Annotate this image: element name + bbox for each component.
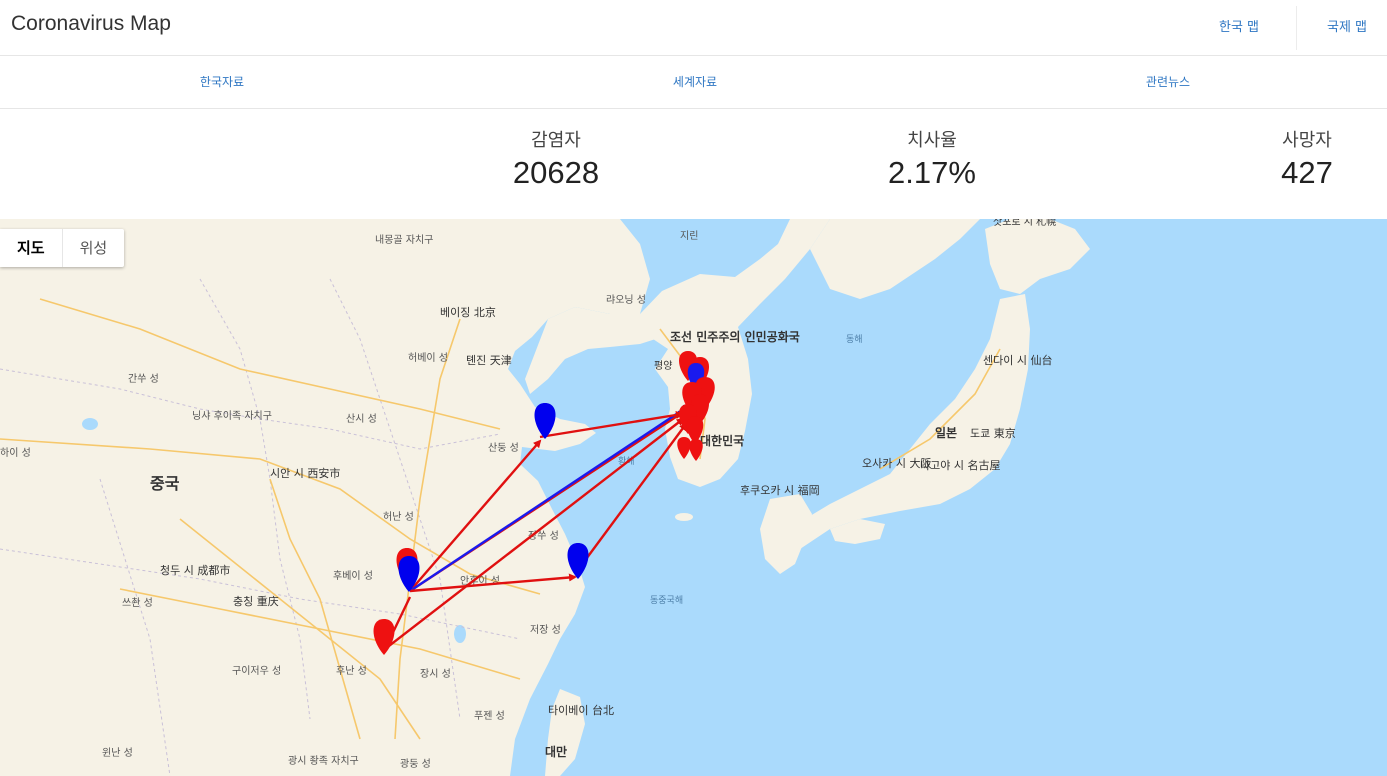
label-fukuoka: 후쿠오카 시 福岡	[740, 483, 820, 497]
lake-qinghai	[82, 418, 98, 430]
map-view[interactable]: 내몽골 자치구 지린 랴오닝 성 베이징 北京 톈진 天津 허베이 성 산시 성…	[0, 219, 1387, 776]
label-xian: 시안 시 西安市	[270, 466, 340, 480]
map-type-control: 지도 위성	[0, 229, 125, 267]
label-sichuan: 쓰촨 성	[122, 597, 153, 609]
label-pyongyang: 평양	[654, 360, 672, 372]
taiwan-island	[545, 689, 585, 776]
label-taipei: 타이베이 台北	[548, 703, 614, 717]
label-chongqing: 충칭 重庆	[233, 594, 279, 608]
label-china: 중국	[150, 474, 180, 493]
sub-navigation: 한국자료 세계자료 관련뉴스	[0, 56, 1387, 109]
label-tianjin: 톈진 天津	[466, 354, 512, 367]
world-map-link[interactable]: 국제 맵	[1327, 16, 1367, 35]
label-hunan: 후난 성	[336, 665, 367, 677]
map-type-satellite-button[interactable]: 위성	[61, 229, 125, 267]
label-fujian: 푸젠 성	[474, 710, 505, 722]
honshu-island	[790, 294, 1030, 549]
label-ningxia: 닝샤 후이족 자치구	[192, 410, 272, 422]
label-hubei: 후베이 성	[333, 570, 373, 582]
deaths-label: 사망자	[1282, 130, 1332, 151]
label-chengdu: 청두 시 成都市	[160, 563, 230, 577]
label-beijing: 베이징 北京	[440, 305, 496, 319]
label-shaanxi-west: 하이 성	[0, 446, 31, 459]
hokkaido-island	[985, 219, 1090, 294]
label-guangxi: 광시 좡족 자치구	[288, 755, 359, 767]
label-rok: 대한민국	[700, 433, 744, 448]
top-navbar: Coronavirus Map 한국 맵 국제 맵	[0, 0, 1387, 56]
infected-count: 20628	[512, 155, 600, 190]
label-hebei: 허베이 성	[408, 352, 448, 364]
label-sapporo: 삿포로 시 札幌	[993, 219, 1056, 228]
korea-map-link[interactable]: 한국 맵	[1219, 16, 1259, 35]
russia-far-east	[810, 219, 980, 299]
label-nagoya: 나고야 시 名古屋	[920, 458, 1000, 472]
label-gansu: 간쑤 성	[128, 373, 159, 385]
label-japan: 일본	[935, 426, 957, 440]
label-shanxi: 산시 성	[346, 413, 377, 425]
label-yunnan: 윈난 성	[102, 747, 133, 759]
label-liaoning: 랴오닝 성	[606, 294, 646, 306]
stats-panel: 감염자 20628 치사율 2.17% 사망자 427	[0, 110, 1387, 218]
label-jiangxi: 장시 성	[420, 668, 451, 680]
navbar-divider	[1296, 6, 1297, 50]
label-henan: 허난 성	[383, 511, 414, 523]
fatality-rate-label: 치사율	[907, 130, 957, 151]
kyushu-island	[760, 494, 812, 574]
deaths-count: 427	[1281, 155, 1333, 190]
label-east-china-sea: 동중국해	[650, 595, 683, 606]
label-jilin: 지린	[680, 230, 698, 242]
label-zhejiang: 저장 성	[530, 624, 561, 636]
app-title[interactable]: Coronavirus Map	[11, 12, 171, 36]
korea-data-link[interactable]: 한국자료	[200, 73, 244, 90]
world-data-link[interactable]: 세계자료	[673, 73, 717, 90]
map-canvas[interactable]: 내몽골 자치구 지린 랴오닝 성 베이징 北京 톈진 天津 허베이 성 산시 성…	[0, 219, 1387, 776]
infected-label: 감염자	[531, 130, 581, 151]
label-taiwan: 대만	[545, 744, 567, 759]
related-news-link[interactable]: 관련뉴스	[1146, 73, 1190, 90]
jeju-island	[675, 513, 693, 521]
label-sendai: 센다이 시 仙台	[983, 353, 1052, 367]
label-shandong: 산둥 성	[488, 442, 519, 454]
label-east-sea: 동해	[846, 334, 863, 345]
map-type-map-button[interactable]: 지도	[0, 229, 62, 267]
label-dprk: 조선 민주주의 인민공화국	[670, 329, 800, 344]
label-inner-mongolia: 내몽골 자치구	[375, 234, 433, 246]
label-tokyo: 도쿄 東京	[970, 426, 1016, 440]
label-guangdong: 광둥 성	[400, 758, 431, 770]
fatality-rate-value: 2.17%	[888, 155, 976, 190]
label-guizhou: 구이저우 성	[232, 665, 281, 677]
